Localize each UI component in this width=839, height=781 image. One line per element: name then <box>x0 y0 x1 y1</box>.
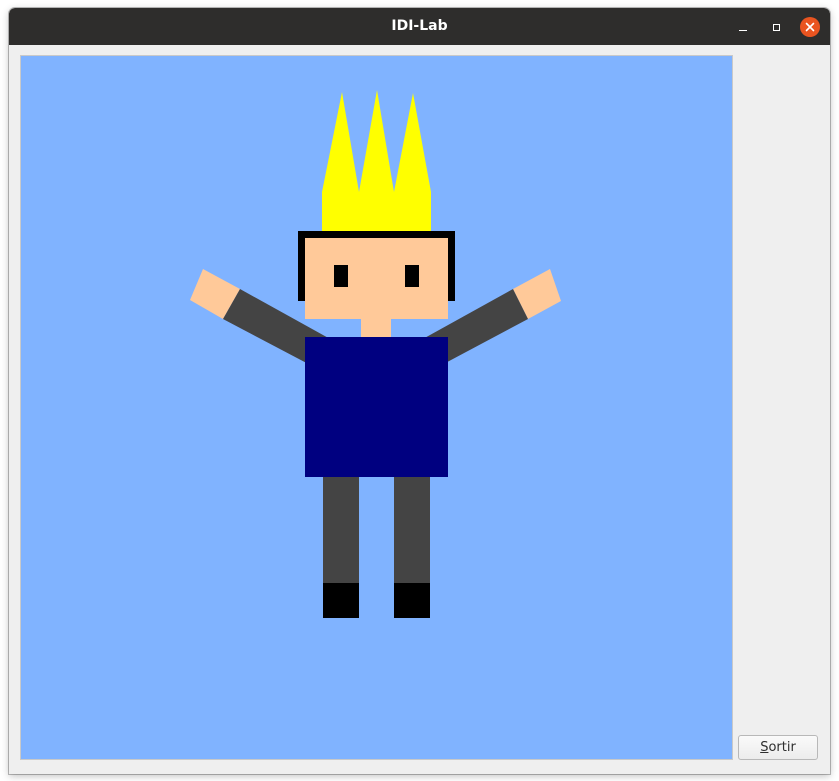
face <box>305 238 448 319</box>
right-leg <box>394 477 430 585</box>
left-leg <box>323 477 359 585</box>
window-title: IDI-Lab <box>391 18 448 34</box>
maximize-icon <box>772 23 780 31</box>
app-window: IDI-Lab S ortir <box>9 8 830 774</box>
title-bar[interactable]: IDI-Lab <box>9 8 830 45</box>
minimize-button[interactable] <box>732 16 754 38</box>
maximize-button[interactable] <box>765 16 787 38</box>
neck <box>361 319 391 337</box>
sortir-label: ortir <box>768 740 796 755</box>
left-shoe <box>323 583 359 618</box>
right-shoe <box>394 583 430 618</box>
minimize-icon <box>739 29 747 31</box>
close-button[interactable] <box>799 16 821 38</box>
close-icon <box>800 17 820 37</box>
crown <box>322 90 431 231</box>
left-eye <box>334 265 348 287</box>
sortir-mnemonic: S <box>760 740 769 755</box>
sortir-button[interactable]: Sortir <box>738 735 818 760</box>
right-eye <box>405 265 419 287</box>
scene-drawing <box>190 90 561 618</box>
torso <box>305 337 448 477</box>
gl-canvas[interactable] <box>20 55 733 760</box>
